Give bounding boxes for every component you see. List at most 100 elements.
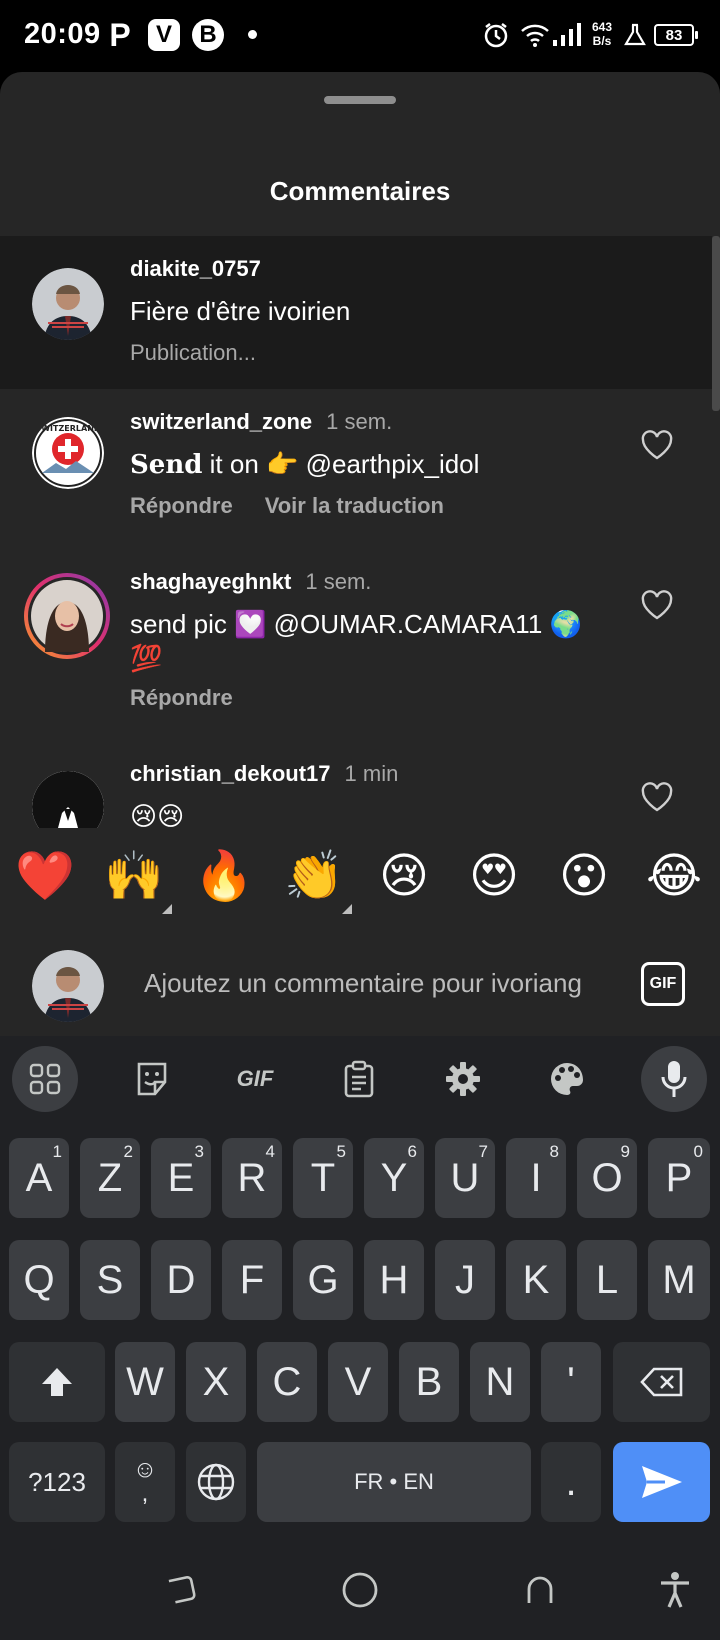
- key-z[interactable]: Z2: [80, 1138, 140, 1218]
- key-k[interactable]: K: [506, 1240, 566, 1320]
- svg-text:SWITZERLAND: SWITZERLAND: [35, 424, 100, 433]
- comment-username-text[interactable]: shaghayeghnkt: [130, 569, 291, 594]
- user-avatar[interactable]: [32, 268, 104, 340]
- comment-username: switzerland_zone 1 sem.: [130, 409, 392, 435]
- comment-time: 1 min: [344, 761, 399, 786]
- key-b[interactable]: B: [399, 1342, 459, 1422]
- key-o[interactable]: O9: [577, 1138, 637, 1218]
- home-icon[interactable]: [340, 1570, 380, 1610]
- v-app-icon: V: [148, 18, 180, 52]
- net-speed: 643 B/s: [592, 20, 613, 48]
- comment-item: diakite_0757 Fière d'être ivoirien Publi…: [0, 236, 712, 389]
- like-heart-icon[interactable]: [640, 781, 674, 813]
- gif-button[interactable]: GIF: [641, 962, 685, 1006]
- key-a[interactable]: A1: [9, 1138, 69, 1218]
- microphone-icon[interactable]: [641, 1046, 707, 1112]
- key-apostrophe[interactable]: ': [541, 1342, 601, 1422]
- key-t[interactable]: T5: [293, 1138, 353, 1218]
- key-j[interactable]: J: [435, 1240, 495, 1320]
- alarm-icon: [482, 18, 510, 52]
- comment-text-bold: Send: [130, 450, 203, 480]
- recents-icon[interactable]: [160, 1570, 200, 1610]
- key-u[interactable]: U7: [435, 1138, 495, 1218]
- comment-text: Fière d'être ivoirien: [130, 296, 351, 326]
- apps-grid-icon[interactable]: [12, 1046, 78, 1112]
- like-heart-icon[interactable]: [640, 429, 674, 461]
- key-l[interactable]: L: [577, 1240, 637, 1320]
- like-heart-icon[interactable]: [640, 589, 674, 621]
- symbols-key[interactable]: ?123: [9, 1442, 105, 1522]
- key-x[interactable]: X: [186, 1342, 246, 1422]
- user-avatar-story[interactable]: [24, 573, 110, 659]
- keyboard-toolbar: GIF: [0, 1036, 720, 1122]
- key-r[interactable]: R4: [222, 1138, 282, 1218]
- surprised-face-emoji-button[interactable]: 😮: [554, 846, 614, 906]
- space-bar[interactable]: FR • EN: [257, 1442, 531, 1522]
- my-avatar: [32, 950, 104, 1022]
- key-c[interactable]: C: [257, 1342, 317, 1422]
- clipboard-icon[interactable]: [326, 1046, 392, 1112]
- settings-gear-icon[interactable]: [430, 1046, 496, 1112]
- key-w[interactable]: W: [115, 1342, 175, 1422]
- key-y[interactable]: Y6: [364, 1138, 424, 1218]
- flask-icon: [624, 18, 646, 52]
- comment-input[interactable]: Ajoutez un commentaire pour ivoriang: [144, 968, 610, 999]
- b-app-icon: B: [192, 18, 224, 52]
- key-m[interactable]: M: [648, 1240, 710, 1320]
- reply-button[interactable]: Répondre: [130, 493, 233, 518]
- key-f[interactable]: F: [222, 1240, 282, 1320]
- user-avatar[interactable]: SWITZERLAND: [32, 417, 104, 489]
- user-avatar[interactable]: [32, 771, 104, 828]
- fire-emoji-button[interactable]: 🔥: [194, 846, 254, 906]
- key-s[interactable]: S: [80, 1240, 140, 1320]
- comment-item: shaghayeghnkt 1 sem. send pic 💟 @OUMAR.CA…: [0, 549, 712, 741]
- raising-hands-emoji-button[interactable]: 🙌: [104, 846, 172, 914]
- key-h[interactable]: H: [364, 1240, 424, 1320]
- comment-text: send pic 💟 @OUMAR.CAMARA11 🌍 💯: [130, 609, 582, 673]
- globe-icon[interactable]: [186, 1442, 246, 1522]
- key-g[interactable]: G: [293, 1240, 353, 1320]
- send-key[interactable]: [613, 1442, 710, 1522]
- backspace-key[interactable]: [613, 1342, 710, 1422]
- laughing-tears-emoji-button[interactable]: 😂: [644, 846, 704, 906]
- key-v[interactable]: V: [328, 1342, 388, 1422]
- emoji-reaction-bar: ❤️ 🙌 🔥 👏 😢 😍 😮 😂: [0, 836, 720, 928]
- comment-actions: Répondre Voir la traduction: [130, 493, 476, 519]
- key-d[interactable]: D: [151, 1240, 211, 1320]
- key-i[interactable]: I8: [506, 1138, 566, 1218]
- period-key[interactable]: .: [541, 1442, 601, 1522]
- gif-keyboard-button[interactable]: GIF: [222, 1046, 288, 1112]
- crying-face-emoji-button[interactable]: 😢: [374, 846, 434, 906]
- comment-time: 1 sem.: [326, 409, 393, 434]
- comments-sheet: Commentaires diakite_0757 Fière d'être i…: [0, 72, 720, 1036]
- comment-time: 1 sem.: [305, 569, 372, 594]
- key-p[interactable]: P0: [648, 1138, 710, 1218]
- drag-handle[interactable]: [324, 96, 396, 104]
- accessibility-icon[interactable]: [655, 1570, 695, 1610]
- comment-username[interactable]: diakite_0757: [130, 256, 261, 282]
- sheet-title: Commentaires: [269, 176, 451, 206]
- clapping-hands-emoji-button[interactable]: 👏: [284, 846, 352, 914]
- status-time: 20:09: [24, 18, 101, 50]
- shift-key[interactable]: [9, 1342, 105, 1422]
- sticker-icon[interactable]: [119, 1046, 185, 1112]
- heart-emoji-button[interactable]: ❤️: [15, 846, 75, 906]
- key-e[interactable]: E3: [151, 1138, 211, 1218]
- wifi-icon: [520, 18, 550, 52]
- heart-eyes-emoji-button[interactable]: 😍: [464, 846, 524, 906]
- scrollbar[interactable]: [712, 236, 720, 411]
- comment-username-text[interactable]: switzerland_zone: [130, 409, 312, 434]
- comments-list[interactable]: diakite_0757 Fière d'être ivoirien Publi…: [0, 236, 720, 828]
- key-q[interactable]: Q: [9, 1240, 69, 1320]
- comment-username-text[interactable]: christian_dekout17: [130, 761, 331, 786]
- reply-button[interactable]: Répondre: [130, 685, 233, 710]
- battery-icon: 83: [654, 24, 698, 46]
- system-nav-bar: [0, 1540, 720, 1640]
- signal-icon: [552, 18, 582, 52]
- see-translation-button[interactable]: Voir la traduction: [265, 493, 444, 518]
- back-icon[interactable]: [520, 1570, 560, 1610]
- emoji-key[interactable]: ☺,: [115, 1442, 175, 1522]
- palette-icon[interactable]: [534, 1046, 600, 1112]
- key-n[interactable]: N: [470, 1342, 530, 1422]
- comment-item: SWITZERLAND switzerland_zone 1 sem. Send …: [0, 389, 712, 549]
